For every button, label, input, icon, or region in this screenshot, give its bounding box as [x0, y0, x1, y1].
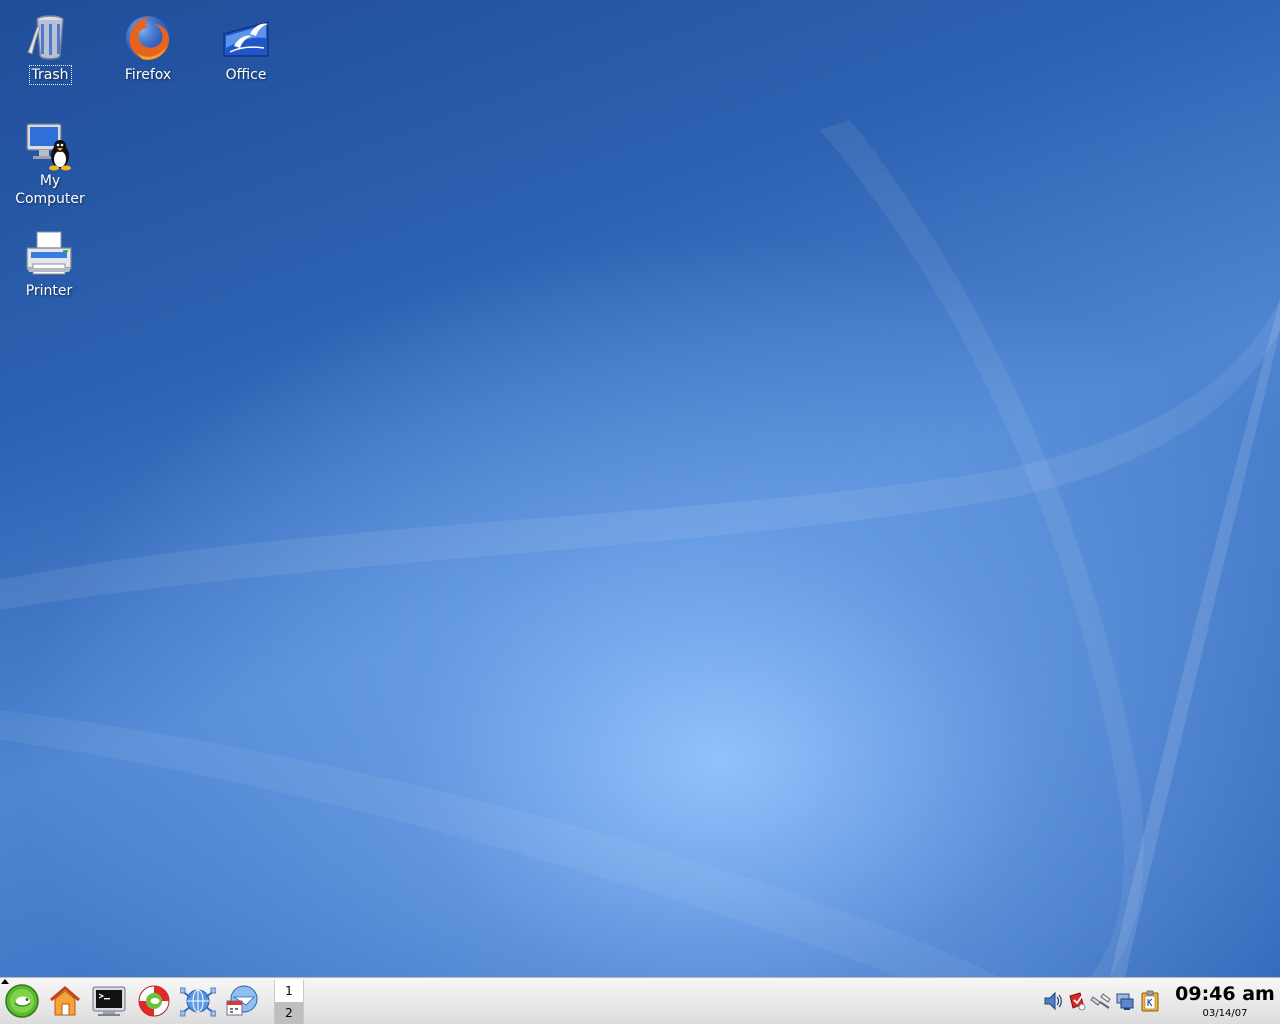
pager-desktop-1[interactable]: 1 [275, 980, 303, 1002]
desktop-icon-printer[interactable]: Printer [1, 228, 97, 300]
desktop[interactable]: Trash Firefox Office My Computer Printer [0, 0, 1280, 977]
firefox-icon [126, 16, 170, 60]
trash-icon [27, 15, 64, 60]
desktop-icon-firefox[interactable]: Firefox [100, 12, 196, 84]
desktop-icon-label: Trash [28, 65, 72, 85]
desktop-icon-label: Office [225, 67, 267, 83]
desktop-icon-trash[interactable]: Trash [2, 12, 98, 85]
clock-date: 03/14/07 [1202, 1008, 1248, 1019]
clock-time: 09:46 am [1175, 983, 1275, 1005]
calendar-organizer-icon[interactable] [224, 983, 260, 1019]
my-computer-icon [26, 123, 71, 171]
desktop-icon-label: Firefox [124, 67, 172, 83]
desktop-icon-label: Printer [25, 283, 73, 299]
update-notifier-icon[interactable] [1066, 990, 1088, 1012]
printer-icon [26, 231, 72, 275]
help-lifebuoy-icon[interactable] [136, 983, 172, 1019]
desktop-icon-my-computer[interactable]: My Computer [2, 120, 98, 208]
pager-desktop-2[interactable]: 2 [275, 1002, 303, 1024]
network-status-icon[interactable] [1114, 990, 1136, 1012]
terminal-icon[interactable] [91, 983, 127, 1019]
desktop-icon-label: My Computer [15, 173, 85, 207]
office-icon [223, 21, 269, 57]
home-folder-icon[interactable] [47, 983, 83, 1019]
volume-icon[interactable] [1042, 990, 1064, 1012]
suse-menu-icon[interactable] [4, 983, 40, 1019]
desktop-pager: 1 2 [274, 980, 304, 1024]
network-browser-icon[interactable] [180, 983, 216, 1019]
clipboard-klipper-icon[interactable] [1139, 990, 1161, 1012]
taskbar-panel: 1 2 09:46 am 03/14/07 [0, 977, 1280, 1024]
panel-clock[interactable]: 09:46 am 03/14/07 [1172, 981, 1278, 1021]
desktop-icon-office[interactable]: Office [198, 12, 294, 84]
network-cable-icon[interactable] [1090, 990, 1112, 1012]
wallpaper-swoosh-graphic [0, 120, 1280, 977]
